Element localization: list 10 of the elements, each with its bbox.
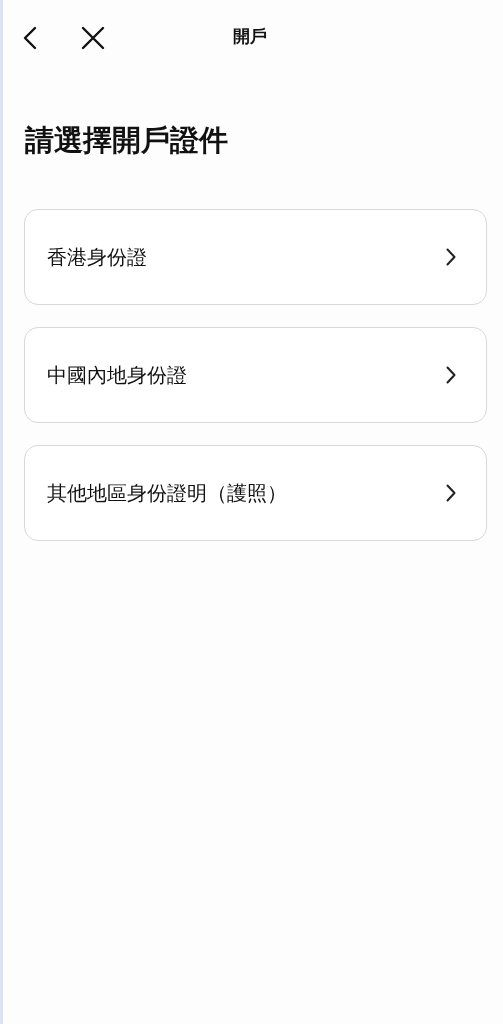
close-icon[interactable] [81, 26, 105, 50]
chevron-right-icon [446, 248, 456, 266]
document-option[interactable]: 中國內地身份證 [24, 327, 487, 423]
document-option[interactable]: 其他地區身份證明（護照） [24, 445, 487, 541]
chevron-right-icon [446, 484, 456, 502]
page-title: 開戶 [233, 25, 267, 48]
chevron-right-icon [446, 366, 456, 384]
document-option[interactable]: 香港身份證 [24, 209, 487, 305]
page-heading: 請選擇開戶證件 [25, 122, 229, 159]
back-icon[interactable] [23, 26, 37, 50]
